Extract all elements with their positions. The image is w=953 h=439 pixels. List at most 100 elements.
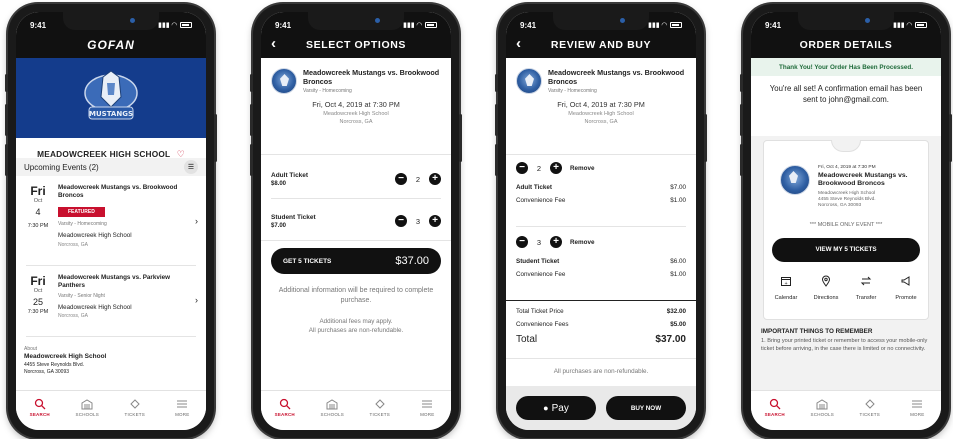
- event-day: Fri: [30, 274, 46, 288]
- minus-button[interactable]: −: [395, 215, 407, 227]
- event-list-item[interactable]: Fri Oct 25 7:30 PM Meadowcreek Mustangs …: [16, 268, 206, 332]
- phone-order-details: ORDER DETAILS 9:41 ▮▮▮ ◠ Thank You! Your …: [740, 4, 952, 438]
- ticket-price: $7.00: [670, 184, 686, 191]
- plus-button[interactable]: +: [550, 162, 562, 174]
- action-label: Calendar: [774, 294, 798, 301]
- remove-link[interactable]: Remove: [570, 165, 595, 172]
- remove-link[interactable]: Remove: [570, 239, 595, 246]
- tab-more[interactable]: MORE: [895, 397, 939, 417]
- status-time: 9:41: [30, 20, 47, 30]
- ticket-actions: + Calendar Directions Transfer Promote: [764, 262, 928, 301]
- search-icon: [769, 397, 781, 410]
- fee-amount: $1.00: [670, 197, 686, 204]
- event-venue: Meadowcreek High School: [568, 111, 634, 117]
- event-venue: Meadowcreek High School: [818, 190, 876, 196]
- screen-title: REVIEW AND BUY: [550, 39, 652, 51]
- event-date: Fri, Oct 4, 2019 at 7:30 PM: [557, 100, 645, 109]
- event-date: Fri, Oct 4, 2019 at 7:30 PM: [312, 100, 400, 109]
- ticket-name: Student Ticket: [271, 213, 316, 221]
- screen-review-and-buy: ‹ REVIEW AND BUY 9:41 ▮▮▮ ◠ Meadowcreek M…: [506, 12, 696, 430]
- fee-amount: $1.00: [670, 271, 686, 278]
- action-transfer[interactable]: Transfer: [848, 274, 884, 301]
- tab-search[interactable]: SEARCH: [263, 397, 307, 417]
- ticket-group: − 2 + Remove Adult Ticket $7.00 Convenie…: [516, 162, 686, 204]
- event-venue: Meadowcreek High School: [323, 111, 389, 117]
- get-tickets-button[interactable]: GET 5 TICKETS $37.00: [271, 248, 441, 274]
- event-level: Varsity - Homecoming: [303, 88, 352, 94]
- status-time: 9:41: [275, 20, 292, 30]
- status-time: 9:41: [765, 20, 782, 30]
- get-tickets-label: GET 5 TICKETS: [283, 257, 332, 265]
- action-directions[interactable]: Directions: [808, 274, 844, 301]
- tab-more[interactable]: MORE: [160, 397, 204, 417]
- team-logo-icon: [780, 165, 810, 195]
- school-icon: [81, 397, 93, 410]
- quantity-stepper: − 3 +: [395, 215, 441, 227]
- tab-more[interactable]: MORE: [405, 397, 449, 417]
- action-calendar[interactable]: + Calendar: [768, 274, 804, 301]
- location-pin-icon: [808, 274, 844, 292]
- tab-tickets[interactable]: TICKETS: [113, 397, 157, 417]
- event-summary: Meadowcreek Mustangs vs. Brookwood Bronc…: [506, 58, 696, 137]
- team-logo-icon: [271, 68, 297, 94]
- event-date: 25: [32, 297, 43, 307]
- minus-button[interactable]: −: [516, 236, 528, 248]
- event-city: Norcross, GA 30093: [818, 202, 862, 208]
- tab-schools[interactable]: SCHOOLS: [65, 397, 109, 417]
- ticket-quantity: 2: [415, 174, 421, 184]
- order-total-label: Total: [516, 334, 538, 345]
- status-icons: ▮▮▮ ◠: [893, 21, 927, 29]
- ticket-option-row: Student Ticket $7.00 − 3 +: [271, 204, 441, 238]
- menu-icon: [176, 397, 188, 410]
- reminder-item: 1. Bring your printed ticket or remember…: [761, 338, 928, 352]
- event-title: Meadowcreek Mustangs vs. Brookwood Bronc…: [548, 68, 685, 86]
- tab-bar: SEARCH SCHOOLS TICKETS MORE: [751, 390, 941, 430]
- payment-bar: ● Pay BUY NOW: [506, 386, 696, 430]
- confirmation-message: You're all set! A confirmation email has…: [769, 84, 923, 104]
- tab-bar: SEARCH SCHOOLS TICKETS MORE: [16, 390, 206, 430]
- about-address-line2: Norcross, GA 30093: [24, 369, 70, 375]
- event-venue: Meadowcreek High School: [58, 304, 132, 312]
- chevron-right-icon: ›: [195, 216, 198, 226]
- about-school-name: Meadowcreek High School: [24, 353, 107, 360]
- action-promote[interactable]: Promote: [888, 274, 924, 301]
- event-date-block: Fri Oct 25 7:30 PM: [24, 274, 52, 326]
- ticket-icon: [864, 397, 876, 410]
- minus-button[interactable]: −: [395, 173, 407, 185]
- status-icons: ▮▮▮ ◠: [158, 21, 192, 29]
- tab-schools[interactable]: SCHOOLS: [310, 397, 354, 417]
- about-section: About Meadowcreek High School 4455 Steve…: [24, 346, 198, 375]
- school-icon: [326, 397, 338, 410]
- event-time: 7:30 PM: [27, 309, 49, 315]
- buy-now-button[interactable]: BUY NOW: [606, 396, 686, 420]
- tab-search[interactable]: SEARCH: [18, 397, 62, 417]
- plus-button[interactable]: +: [429, 173, 441, 185]
- view-tickets-button[interactable]: VIEW MY 5 TICKETS: [772, 237, 920, 262]
- event-address: 4455 Steve Reynolds Blvd.: [818, 196, 876, 202]
- menu-icon: [421, 397, 433, 410]
- tab-tickets[interactable]: TICKETS: [358, 397, 402, 417]
- apple-pay-button[interactable]: ● Pay: [516, 396, 596, 420]
- purchase-notes: Additional information will be required …: [275, 286, 437, 334]
- event-list-item[interactable]: Fri Oct 4 7:30 PM Meadowcreek Mustangs v…: [16, 178, 206, 264]
- tab-schools[interactable]: SCHOOLS: [800, 397, 844, 417]
- plus-button[interactable]: +: [550, 236, 562, 248]
- tab-search[interactable]: SEARCH: [753, 397, 797, 417]
- ticket-quantity: 3: [536, 237, 542, 247]
- ticket-option-row: Adult Ticket $8.00 − 2 +: [271, 162, 441, 196]
- ticket-price: $6.00: [670, 258, 686, 265]
- filter-icon[interactable]: ☰: [184, 160, 198, 174]
- success-banner: Thank You! Your Order Has Been Processed…: [751, 58, 941, 76]
- screen-title: ORDER DETAILS: [799, 39, 893, 51]
- ticket-quantity: 3: [415, 216, 421, 226]
- total-ticket-price-label: Total Ticket Price: [516, 308, 564, 315]
- status-time: 9:41: [520, 20, 537, 30]
- plus-button[interactable]: +: [429, 215, 441, 227]
- event-date: Fri, Oct 4, 2019 at 7:30 PM: [818, 165, 876, 170]
- action-label: Transfer: [855, 294, 877, 301]
- phone-review-and-buy: ‹ REVIEW AND BUY 9:41 ▮▮▮ ◠ Meadowcreek M…: [495, 4, 707, 438]
- minus-button[interactable]: −: [516, 162, 528, 174]
- tab-tickets[interactable]: TICKETS: [848, 397, 892, 417]
- success-message: Thank You! Your Order Has Been Processed…: [779, 63, 913, 71]
- quantity-stepper: − 2 +: [395, 173, 441, 185]
